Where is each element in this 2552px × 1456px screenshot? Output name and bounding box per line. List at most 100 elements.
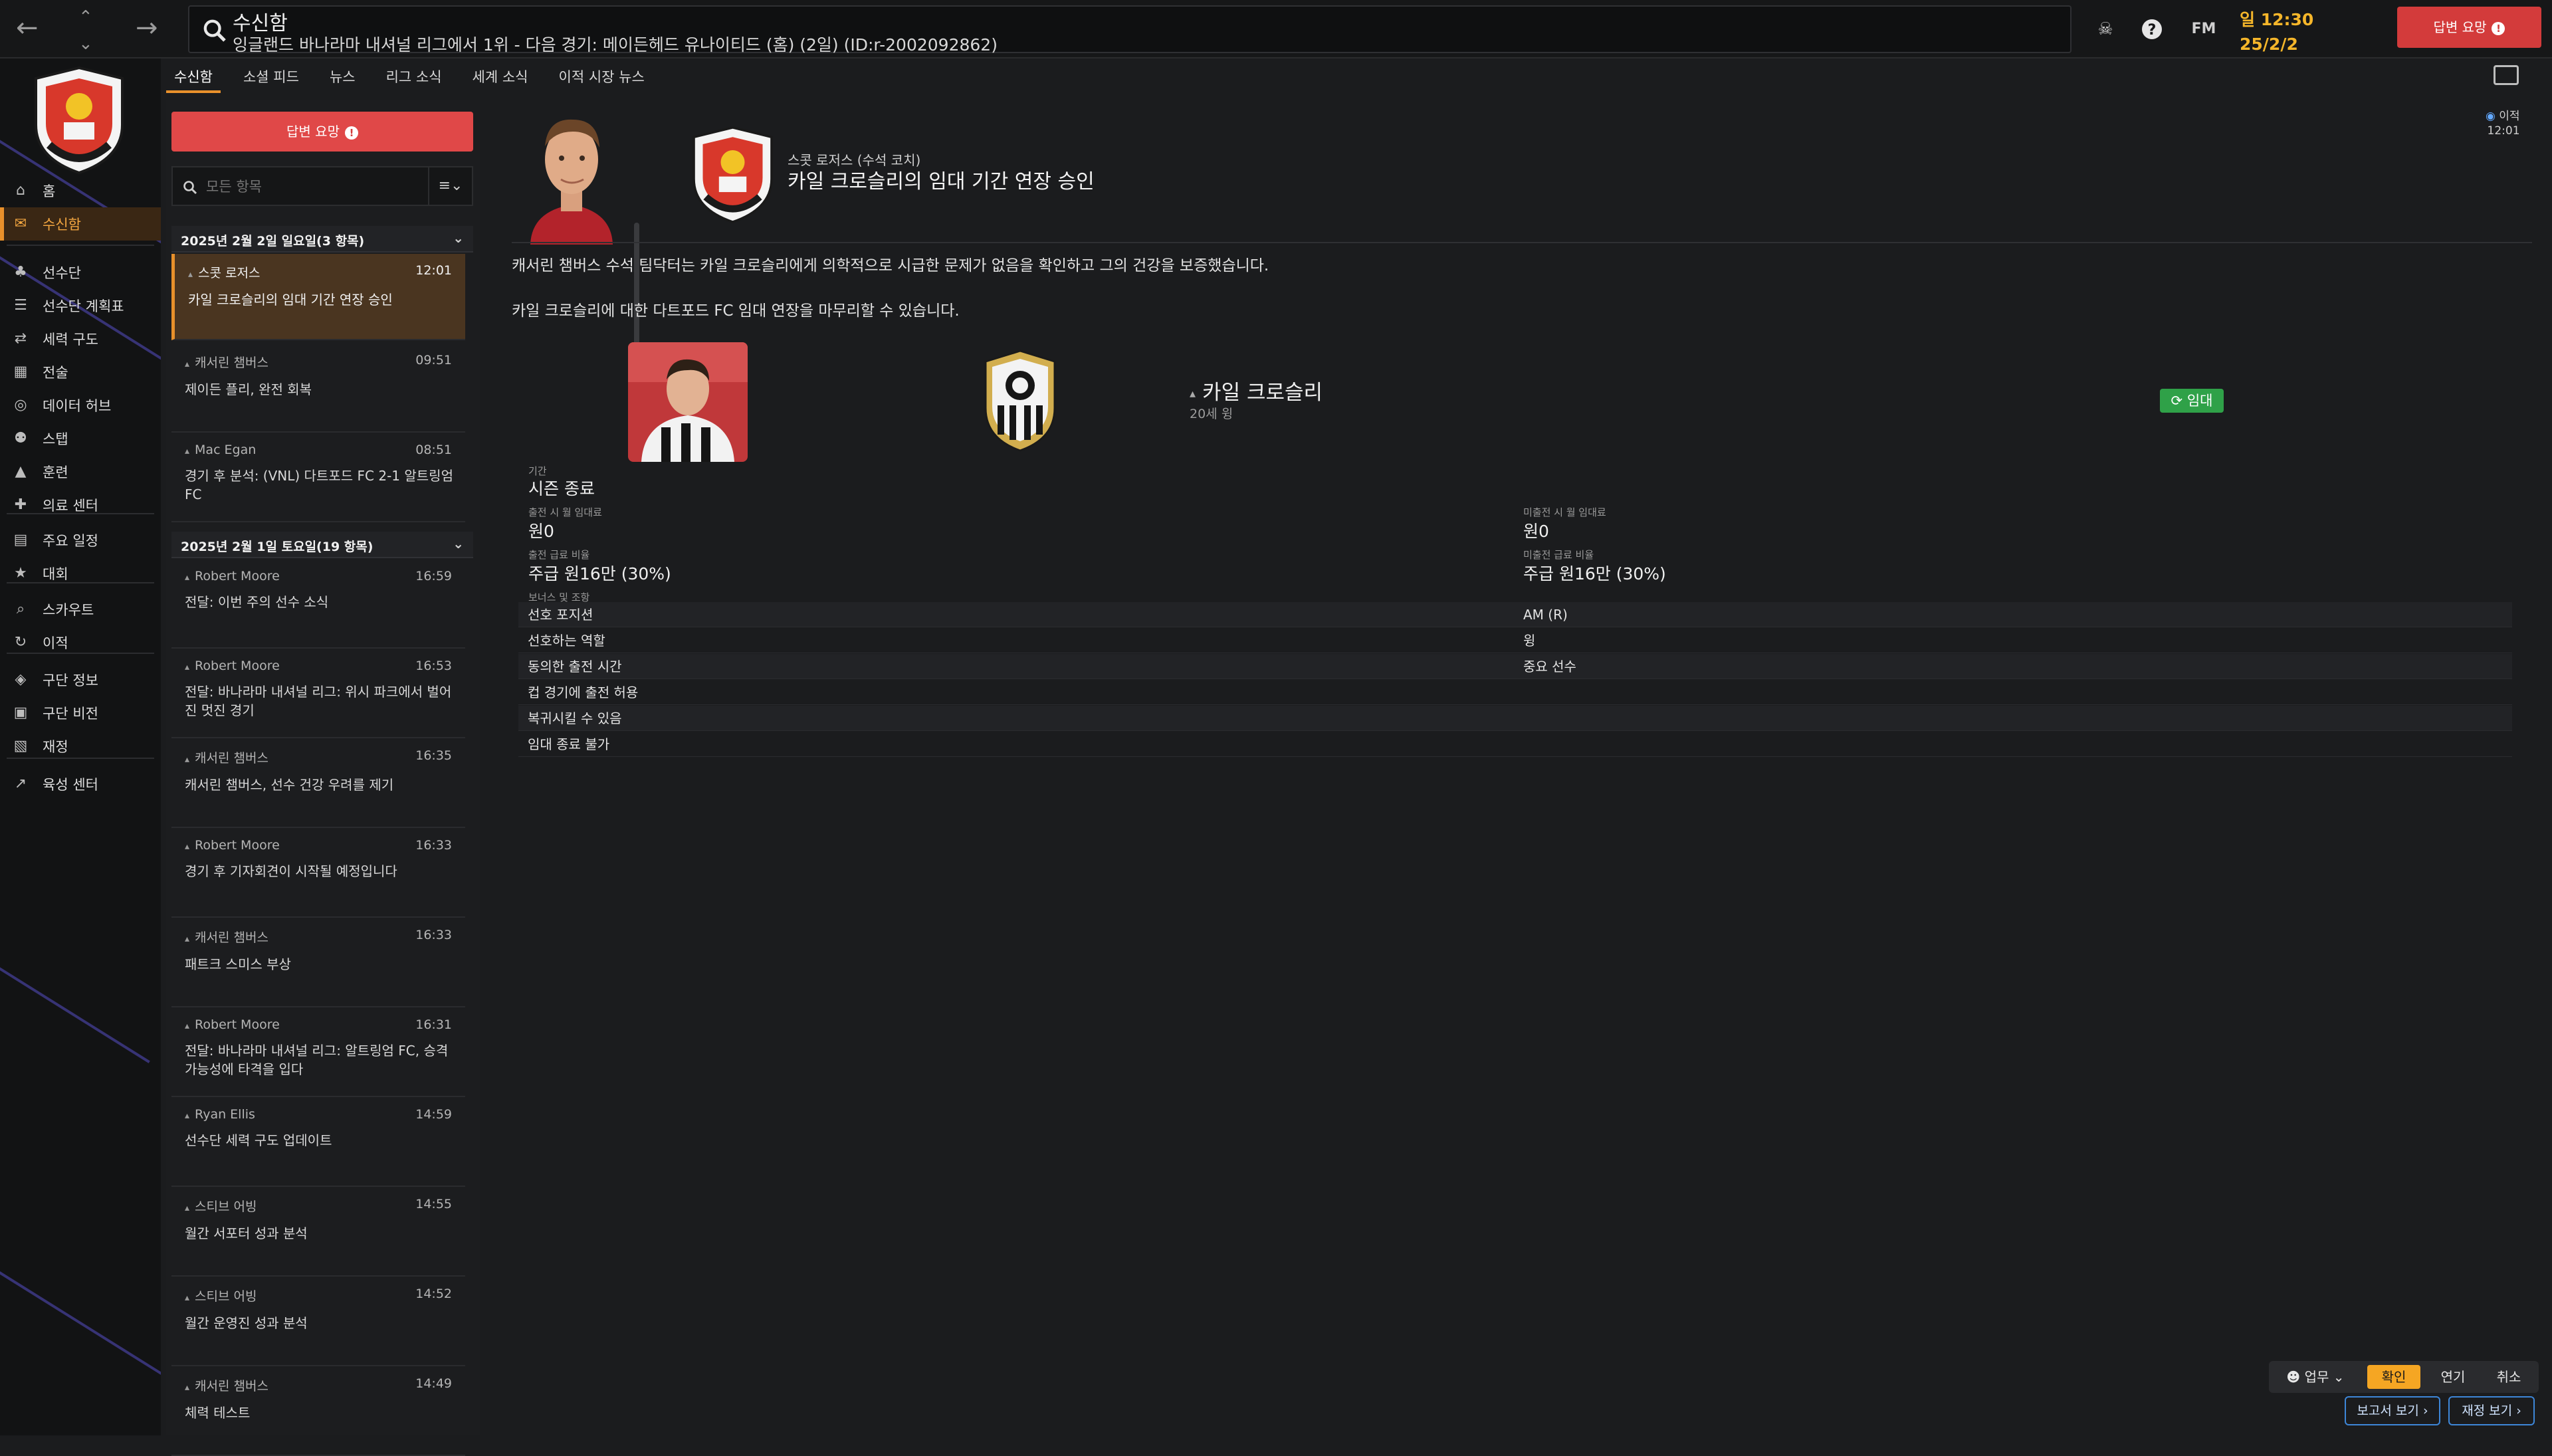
list-item[interactable]: 스티브 어빙14:52월간 운영진 성과 분석 — [171, 1277, 465, 1366]
sidebar-item-label: 스카우트 — [43, 602, 94, 618]
reply-required-filter-button[interactable]: 답변 요망! — [171, 112, 473, 152]
fm-menu-icon[interactable]: FM — [2186, 16, 2221, 43]
network-icon: ⇄ — [14, 330, 27, 347]
tab-4[interactable]: 세계 소식 — [465, 61, 536, 93]
term-value: 중요 선수 — [1523, 659, 1576, 675]
message-list-panel: 답변 요망! ≡⌄ 2025년 2월 2일 일요일(3 항목)⌄ 2025년 2월… — [166, 100, 639, 1456]
message-body-paragraph: 캐서린 챔버스 수석 팀닥터는 카일 크로슬리에게 의학적으로 시급한 문제가 … — [512, 257, 1269, 274]
list-item[interactable]: Ryan Ellis14:59선수단 세력 구도 업데이트 — [171, 1098, 465, 1187]
player-photo[interactable] — [628, 342, 748, 462]
tab-5[interactable]: 이적 시장 뉴스 — [551, 61, 653, 93]
sidebar-item-scout[interactable]: ⌕ 스카우트 — [0, 593, 161, 626]
forward-arrow-icon[interactable]: → — [136, 15, 158, 41]
confirm-button[interactable]: 확인 — [2367, 1365, 2420, 1389]
sidebar: ⌂ 홈 ✉ 수신함 ♣ 선수단 ☰ 선수단 계획표 ⇄ 세력 구도 ▦ 전술 ◎ 데이터 허브 ⚉ 스탭 ▲ 훈련… — [0, 58, 161, 1435]
sidebar-item-home[interactable]: ⌂ 홈 — [0, 174, 161, 207]
message-subject: 경기 후 분석: (VNL) 다트포드 FC 2-1 알트링엄 FC — [185, 468, 453, 502]
shirt-icon: ♣ — [14, 264, 27, 280]
calendar-icon: ▤ — [13, 532, 28, 548]
sidebar-item-shirt[interactable]: ♣ 선수단 — [0, 256, 161, 289]
sidebar-item-trophy[interactable]: ★ 대회 — [0, 557, 161, 590]
list-item[interactable]: 캐서린 챔버스16:33패트크 스미스 부상 — [171, 918, 465, 1007]
sidebar-item-development[interactable]: ↗ 육성 센터 — [0, 768, 161, 801]
list-item[interactable]: 스티브 어빙14:55월간 서포터 성과 분석 — [171, 1188, 465, 1277]
report-label: 보고서 보기 — [2357, 1404, 2419, 1418]
date-group-header[interactable]: 2025년 2월 2일 일요일(3 항목) ⌄ — [171, 226, 473, 253]
list-item[interactable]: Robert Moore16:33경기 후 기자회견이 시작될 예정입니다 — [171, 829, 465, 918]
message-time: 16:53 — [415, 659, 452, 673]
sidebar-item-data[interactable]: ◎ 데이터 허브 — [0, 389, 161, 422]
top-bar: ← ⌃ ⌄ → 수신함 잉글랜드 바나라마 내셔널 리그에서 1위 - 다음 경… — [0, 0, 2552, 58]
sidebar-item-medical[interactable]: ✚ 의료 센터 — [0, 488, 161, 522]
people-icon: ☻ — [2286, 1369, 2305, 1385]
sidebar-item-calendar[interactable]: ▤ 주요 일정 — [0, 524, 161, 557]
table-row: 선호 포지션 AM (R) — [518, 602, 2512, 627]
list-item[interactable]: 스콧 로저스12:01카일 크로슬리의 임대 기간 연장 승인 — [171, 254, 465, 340]
tab-2[interactable]: 뉴스 — [322, 61, 364, 93]
message-view: 스콧 로저스 (수석 코치) 카일 크로슬리의 임대 기간 연장 승인 ◉ 이적… — [498, 100, 2545, 1329]
work-menu-button[interactable]: ☻ 업무 ⌄ — [2274, 1365, 2357, 1389]
layout-toggle-icon[interactable] — [2494, 65, 2519, 85]
tab-1[interactable]: 소셜 피드 — [235, 61, 307, 93]
message-subject: 전달: 이번 주의 선수 소식 — [185, 594, 329, 610]
message-time: 14:59 — [415, 1107, 452, 1122]
sort-menu-icon[interactable]: ≡⌄ — [428, 167, 472, 205]
filter-input[interactable] — [205, 175, 424, 198]
term-name: 동의한 출전 시간 — [528, 659, 622, 675]
sidebar-item-transfer[interactable]: ↻ 이적 — [0, 626, 161, 659]
date-group-header[interactable]: 2025년 2월 1일 토요일(19 항목) ⌄ — [171, 532, 473, 558]
postpone-button[interactable]: 연기 — [2428, 1365, 2478, 1389]
sidebar-item-training[interactable]: ▲ 훈련 — [0, 455, 161, 488]
decorative-stripe — [0, 843, 150, 1063]
table-row: 동의한 출전 시간 중요 선수 — [518, 654, 2512, 679]
tab-0[interactable]: 수신함 — [166, 61, 221, 93]
tactics-icon: ▦ — [13, 364, 28, 380]
history-up-icon[interactable]: ⌃ — [78, 4, 93, 31]
sidebar-item-label: 전술 — [43, 365, 68, 381]
sidebar-item-network[interactable]: ⇄ 세력 구도 — [0, 322, 161, 356]
reply-required-label: 답변 요망 — [2433, 19, 2487, 35]
back-arrow-icon[interactable]: ← — [16, 15, 39, 41]
sidebar-item-label: 육성 센터 — [43, 777, 98, 793]
list-item[interactable]: 캐서린 챔버스16:35캐서린 챔버스, 선수 건강 우려를 제기 — [171, 739, 465, 828]
list-item[interactable]: Mac Egan08:51경기 후 분석: (VNL) 다트포드 FC 2-1 … — [171, 433, 465, 522]
loan-label: 임대 — [2186, 393, 2213, 409]
search-bar[interactable]: 수신함 잉글랜드 바나라마 내셔널 리그에서 1위 - 다음 경기: 메이든헤드… — [188, 5, 2072, 54]
list-item[interactable]: Robert Moore16:59전달: 이번 주의 선수 소식 — [171, 560, 465, 649]
message-subject: 월간 운영진 성과 분석 — [185, 1315, 308, 1331]
list-item[interactable]: 캐서린 챔버스14:49체력 테스트 — [171, 1367, 465, 1456]
game-clock[interactable]: 일 12:30 25/2/2 — [2240, 7, 2313, 54]
list-item[interactable]: Robert Moore16:31전달: 바나라마 내셔널 리그: 알트링엄 F… — [171, 1008, 465, 1097]
fee-unplayed-value: 원0 — [1523, 522, 1549, 541]
sidebar-item-inbox[interactable]: ✉ 수신함 — [0, 207, 161, 241]
player-name[interactable]: 카일 크로슬리 — [1190, 375, 1323, 405]
sidebar-item-label: 데이터 허브 — [43, 398, 112, 414]
sidebar-item-label: 재정 — [43, 739, 68, 755]
view-finance-button[interactable]: 재정 보기 › — [2448, 1396, 2535, 1425]
alert-icon: ! — [2492, 21, 2505, 35]
history-down-icon[interactable]: ⌄ — [78, 31, 93, 57]
vision-icon: ▣ — [13, 704, 28, 721]
sidebar-item-staff[interactable]: ⚉ 스탭 — [0, 422, 161, 455]
reply-required-button[interactable]: 답변 요망! — [2397, 7, 2541, 48]
skull-icon[interactable]: ☠ — [2092, 16, 2119, 43]
term-name: 임대 종료 불가 — [528, 736, 610, 752]
list-item[interactable]: 캐서린 챔버스09:51제이든 플리, 완전 회복 — [171, 344, 465, 433]
wage-played-label: 출전 급료 비율 — [528, 549, 590, 561]
help-icon[interactable]: ? — [2139, 16, 2165, 43]
sidebar-item-label: 선수단 계획표 — [43, 298, 124, 314]
term-name: 선호 포지션 — [528, 607, 593, 623]
sidebar-item-vision[interactable]: ▣ 구단 비전 — [0, 696, 161, 730]
cancel-button[interactable]: 취소 — [2484, 1365, 2533, 1389]
training-icon: ▲ — [15, 463, 27, 480]
sidebar-item-shield[interactable]: ◈ 구단 정보 — [0, 663, 161, 696]
sidebar-item-tactics[interactable]: ▦ 전술 — [0, 356, 161, 389]
transfer-tag-icon: ◉ — [2486, 110, 2499, 123]
message-time: 16:59 — [415, 569, 452, 583]
message-time: 14:55 — [415, 1197, 452, 1211]
sidebar-item-clipboard[interactable]: ☰ 선수단 계획표 — [0, 289, 161, 322]
view-report-button[interactable]: 보고서 보기 › — [2345, 1396, 2440, 1425]
tab-3[interactable]: 리그 소식 — [378, 61, 450, 93]
list-item[interactable]: Robert Moore16:53전달: 바나라마 내셔널 리그: 위시 파크에… — [171, 649, 465, 738]
term-name: 복귀시킬 수 있음 — [528, 710, 622, 726]
